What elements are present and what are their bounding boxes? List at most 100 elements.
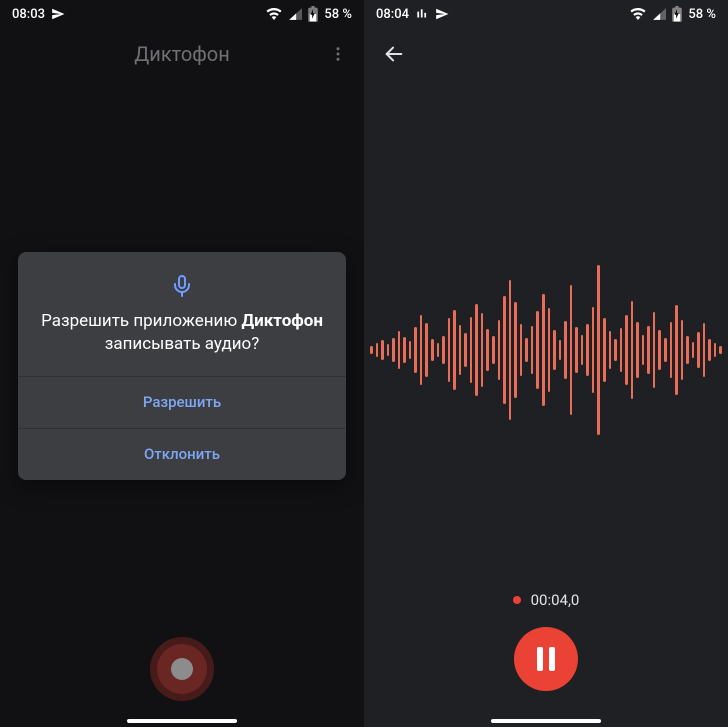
- waveform-bar: [658, 330, 661, 370]
- status-left: 08:03: [12, 7, 65, 22]
- waveform-bar: [642, 335, 645, 365]
- waveform: [364, 260, 728, 440]
- waveform-bar: [403, 337, 406, 363]
- waveform-bar: [453, 310, 456, 390]
- waveform-bar: [553, 330, 556, 370]
- waveform-bar: [409, 341, 412, 359]
- battery-percent: 58 %: [324, 7, 352, 22]
- waveform-bar: [664, 338, 667, 362]
- waveform-bar: [636, 322, 639, 378]
- waveform-bar: [492, 336, 495, 364]
- battery-icon: [308, 6, 318, 22]
- elapsed-row: 00:04,0: [364, 591, 728, 609]
- waveform-bar: [647, 326, 650, 374]
- pause-button[interactable]: [514, 627, 578, 691]
- waveform-bar: [425, 323, 428, 377]
- record-dot-icon: [171, 658, 193, 680]
- status-bar: 08:03 58 %: [0, 0, 364, 28]
- waveform-bar: [514, 302, 517, 398]
- nav-indicator[interactable]: [127, 719, 237, 723]
- back-button[interactable]: [370, 30, 418, 78]
- waveform-bar: [570, 285, 573, 415]
- waveform-bar: [675, 305, 678, 395]
- waveform-bar: [631, 301, 634, 399]
- waveform-bar: [442, 336, 445, 364]
- waveform-bar: [597, 265, 600, 435]
- dialog-message: Разрешить приложению Диктофон записывать…: [38, 310, 326, 356]
- waveform-bar: [548, 308, 551, 392]
- waveform-bar: [564, 321, 567, 379]
- app-title: Диктофон: [134, 42, 229, 66]
- send-icon: [51, 7, 65, 21]
- status-bar: 08:04 58 %: [364, 0, 728, 28]
- status-right: 58 %: [630, 6, 716, 22]
- waveform-bar: [542, 294, 545, 406]
- waveform-bar: [486, 329, 489, 371]
- waveform-bar: [581, 335, 584, 365]
- allow-button[interactable]: Разрешить: [18, 376, 346, 428]
- waveform-bar: [481, 313, 484, 387]
- deny-button[interactable]: Отклонить: [18, 428, 346, 480]
- waveform-bar: [525, 338, 528, 362]
- waveform-bar: [387, 344, 390, 356]
- clock: 08:04: [376, 7, 409, 22]
- elapsed-time: 00:04,0: [531, 591, 580, 609]
- waveform-bar: [609, 331, 612, 369]
- waveform-bar: [381, 340, 384, 360]
- dialog-body: Разрешить приложению Диктофон записывать…: [18, 252, 346, 376]
- waveform-bar: [714, 343, 717, 357]
- back-icon: [383, 43, 405, 65]
- signal-icon: [288, 8, 302, 20]
- waveform-bar: [603, 318, 606, 382]
- waveform-bar: [692, 342, 695, 358]
- waveform-bar: [531, 326, 534, 374]
- waveform-bar: [520, 324, 523, 376]
- waveform-bar: [414, 327, 417, 373]
- wifi-icon: [630, 8, 646, 20]
- app-header: Диктофон: [0, 30, 364, 78]
- waveform-bar: [392, 338, 395, 362]
- waveform-bar: [681, 320, 684, 380]
- waveform-bar: [670, 322, 673, 378]
- overflow-icon: [329, 45, 347, 63]
- pause-icon: [537, 647, 543, 671]
- dialog-msg-appname: Диктофон: [241, 311, 323, 331]
- waveform-bar: [448, 318, 451, 382]
- waveform-bar: [431, 339, 434, 361]
- waveform-bar: [719, 346, 722, 354]
- waveform-bar: [592, 307, 595, 393]
- waveform-bar: [653, 312, 656, 388]
- waveform-bar: [503, 296, 506, 404]
- clock: 08:03: [12, 7, 45, 22]
- pause-icon: [549, 647, 555, 671]
- waveform-bar: [509, 280, 512, 420]
- waveform-bar: [459, 325, 462, 375]
- send-icon: [435, 7, 449, 21]
- record-button[interactable]: [150, 637, 214, 701]
- battery-percent: 58 %: [688, 7, 716, 22]
- dialog-msg-prefix: Разрешить приложению: [41, 311, 241, 331]
- pane-recording: 08:04 58 %: [364, 0, 728, 727]
- waveform-bar: [620, 328, 623, 372]
- waveform-bar: [470, 317, 473, 383]
- nav-indicator[interactable]: [491, 719, 601, 723]
- waveform-bar: [475, 304, 478, 396]
- wifi-icon: [266, 8, 282, 20]
- waveform-bar: [498, 320, 501, 380]
- permission-dialog: Разрешить приложению Диктофон записывать…: [18, 252, 346, 480]
- waveform-bar: [420, 315, 423, 385]
- waveform-bar: [536, 311, 539, 389]
- dialog-msg-suffix: записывать аудио?: [105, 334, 260, 354]
- pane-permission: 08:03 58 % Диктофон: [0, 0, 364, 727]
- app-header: [364, 30, 728, 78]
- waveform-bar: [559, 340, 562, 360]
- waveform-bar: [686, 336, 689, 364]
- waveform-bar: [437, 343, 440, 357]
- waveform-bar: [708, 339, 711, 361]
- waveform-bar: [464, 333, 467, 367]
- waveform-bar: [370, 346, 373, 354]
- dialog-actions: Разрешить Отклонить: [18, 376, 346, 480]
- waveform-bar: [376, 343, 379, 357]
- overflow-button[interactable]: [318, 30, 358, 78]
- waveform-bar: [586, 324, 589, 376]
